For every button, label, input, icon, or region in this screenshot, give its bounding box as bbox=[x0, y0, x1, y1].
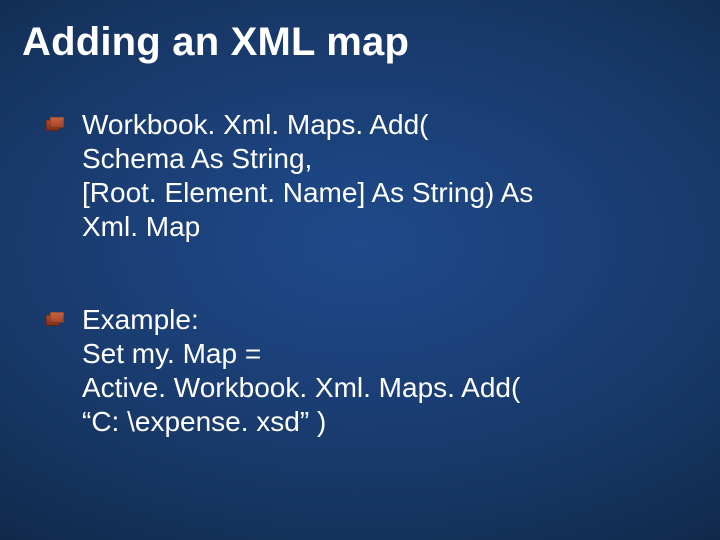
bullet-icon bbox=[46, 313, 64, 329]
slide: Adding an XML map Workbook. Xml. Maps. A… bbox=[0, 0, 720, 540]
bullet-text: Example: Set my. Map = Active. Workbook.… bbox=[82, 303, 520, 440]
bullet-icon bbox=[46, 118, 64, 134]
list-item: Example: Set my. Map = Active. Workbook.… bbox=[46, 303, 680, 440]
slide-title: Adding an XML map bbox=[22, 20, 409, 65]
bullet-text: Workbook. Xml. Maps. Add( Schema As Stri… bbox=[82, 108, 533, 245]
list-item: Workbook. Xml. Maps. Add( Schema As Stri… bbox=[46, 108, 680, 245]
slide-body: Workbook. Xml. Maps. Add( Schema As Stri… bbox=[46, 108, 680, 497]
